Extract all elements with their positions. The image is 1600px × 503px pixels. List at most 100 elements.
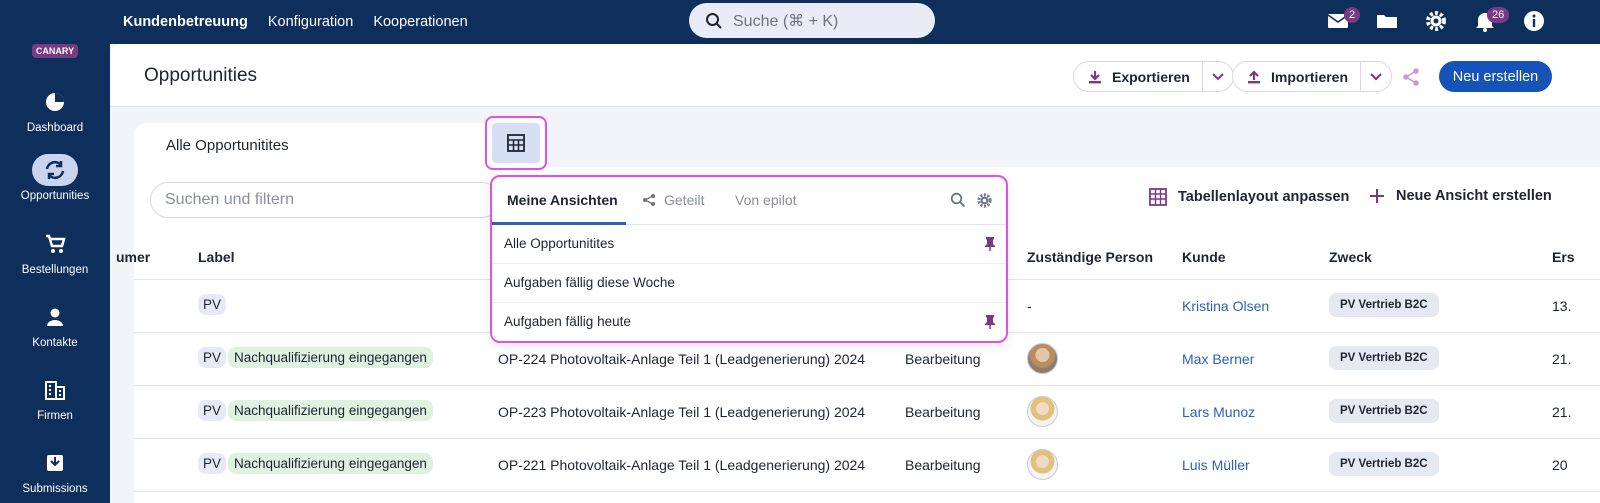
sidebar-item-dashboard[interactable]: Dashboard [0,86,110,134]
download-icon [1089,70,1101,83]
column-header-nummer[interactable]: umer [116,249,150,265]
column-header-zweck[interactable]: Zweck [1329,249,1372,265]
import-button[interactable]: Importieren [1233,62,1362,91]
info-button[interactable] [1522,9,1548,35]
view-item-label: Alle Opportunitites [504,236,615,251]
topnav-konfiguration[interactable]: Konfiguration [268,14,353,30]
sidebar-label: Firmen [37,410,73,422]
folder-button[interactable] [1375,9,1401,35]
filter-search-input[interactable]: Suchen und filtern [150,182,500,218]
gear-icon [1426,11,1446,31]
column-header-erstellt[interactable]: Ers [1552,249,1575,265]
mail-badge: 2 [1344,7,1361,23]
status-tag: Nachqualifizierung eingegangen [228,347,433,368]
tab-geteilt-label: Geteilt [664,192,705,208]
column-header-label[interactable]: Label [198,249,235,265]
customer-link[interactable]: Max Berner [1182,351,1254,367]
table-row[interactable]: PV Nachqualifizierung eingegangen OP-223… [134,386,1600,439]
share-button[interactable] [1390,61,1432,92]
building-icon [32,374,78,406]
opportunity-title[interactable]: OP-221 Photovoltaik-Anlage Teil 1 (Leadg… [498,457,865,473]
sidebar-item-submissions[interactable]: Submissions [0,447,110,495]
table-row[interactable]: PV Nachqualifizierung eingegangen OP-221… [134,439,1600,492]
person-icon [32,301,78,333]
opportunity-title[interactable]: OP-224 Photovoltaik-Anlage Teil 1 (Leadg… [498,351,865,367]
person-cell: - [1027,298,1032,314]
purpose-chip: PV Vertrieb B2C [1329,452,1439,476]
folder-icon [1377,15,1397,28]
adjust-table-layout-button[interactable]: Tabellenlayout anpassen [1148,187,1349,207]
pie-chart-icon [32,86,78,118]
topnav-kundenbetreuung[interactable]: Kundenbetreuung [123,14,248,30]
label-tag: PV [198,453,227,474]
brand-tag: CANARY [31,44,79,58]
customer-link[interactable]: Kristina Olsen [1182,298,1269,314]
import-button-group: Importieren [1232,61,1393,92]
created-cell: 21. [1552,351,1572,367]
view-item-label: Aufgaben fällig heute [504,314,631,329]
topnav-kooperationen[interactable]: Kooperationen [373,14,467,30]
view-item-label: Aufgaben fällig diese Woche [504,275,675,290]
page-title: Opportunities [144,65,258,86]
tab-geteilt[interactable]: Geteilt [642,192,704,208]
label-tag: PV [198,294,227,315]
export-button[interactable]: Exportieren [1074,62,1203,91]
phase-cell: Bearbeitung [905,457,981,473]
export-menu-toggle[interactable] [1203,62,1233,91]
avatar [1027,449,1058,480]
page-header: Opportunities Exportieren Importieren Ne… [110,44,1600,107]
view-selector-button[interactable] [485,116,547,170]
purpose-chip: PV Vertrieb B2C [1329,293,1439,317]
global-search[interactable]: Suche (⌘ + K) [689,3,935,38]
customer-link[interactable]: Luis Müller [1182,457,1250,473]
chevron-down-icon [1212,72,1224,80]
sidebar-item-kontakte[interactable]: Kontakte [0,301,110,349]
column-header-person[interactable]: Zuständige Person [1027,249,1153,265]
bell-badge: 26 [1487,7,1510,23]
tab-meine-ansichten[interactable]: Meine Ansichten [507,192,618,208]
created-cell: 13. [1552,298,1572,314]
chevron-down-icon [1370,72,1382,80]
customer-link[interactable]: Lars Munoz [1182,404,1255,420]
purpose-chip: PV Vertrieb B2C [1329,346,1439,370]
views-search-button[interactable] [950,192,966,213]
views-dropdown: Meine Ansichten Geteilt Von epilot Alle … [490,175,1008,343]
create-view-button[interactable]: Neue Ansicht erstellen [1368,187,1552,205]
top-nav: Kundenbetreuung Konfiguration Kooperatio… [123,0,468,44]
table-icon [507,134,525,152]
mail-button[interactable]: 2 [1326,7,1361,35]
view-tab[interactable]: Alle Opportunitites [134,123,494,173]
view-tab-label: Alle Opportunitites [166,137,289,154]
sidebar-item-firmen[interactable]: Firmen [0,374,110,422]
gear-icon [977,193,992,208]
label-tag: PV [198,347,227,368]
view-item[interactable]: Aufgaben fällig heute [492,303,1006,341]
filter-search-placeholder: Suchen und filtern [165,191,294,208]
notifications-button[interactable]: 26 [1473,7,1510,35]
avatar [1027,396,1058,427]
tab-von-epilot[interactable]: Von epilot [735,192,797,208]
pin-icon[interactable] [984,236,996,257]
view-item[interactable]: Alle Opportunitites [492,225,1006,264]
sidebar-label: Bestellungen [21,264,89,276]
label-tag: PV [198,400,227,421]
sidebar-item-opportunities[interactable]: Opportunities [0,154,110,202]
opportunity-title[interactable]: OP-223 Photovoltaik-Anlage Teil 1 (Leadg… [498,404,865,420]
pin-icon[interactable] [984,314,996,335]
column-header-kunde[interactable]: Kunde [1182,249,1226,265]
import-menu-toggle[interactable] [1361,62,1391,91]
view-item[interactable]: Aufgaben fällig diese Woche [492,264,1006,303]
settings-button[interactable] [1424,9,1450,35]
adjust-table-layout-label: Tabellenlayout anpassen [1178,189,1350,205]
phase-cell: Bearbeitung [905,404,981,420]
import-label: Importieren [1271,68,1349,85]
sidebar-item-bestellungen[interactable]: Bestellungen [0,228,110,276]
new-opportunity-button[interactable]: Neu erstellen [1439,61,1552,92]
table-layout-icon [1149,188,1167,206]
create-view-label: Neue Ansicht erstellen [1396,188,1552,204]
sidebar-label: Submissions [22,483,88,495]
refresh-icon [32,154,78,186]
sidebar: CANARY Dashboard Opportunities Bestellun… [0,0,110,503]
created-cell: 20 [1552,457,1568,473]
views-settings-button[interactable] [976,192,993,214]
